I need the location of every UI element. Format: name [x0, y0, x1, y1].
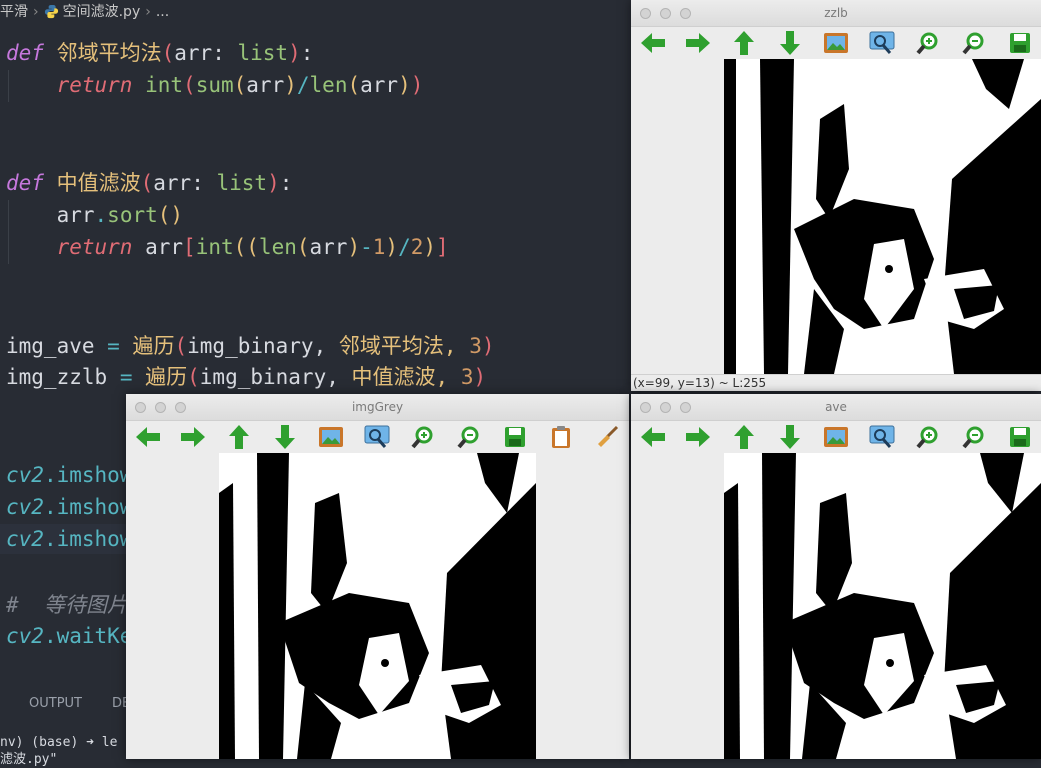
- toolbar: [126, 421, 629, 453]
- arrow-down-icon[interactable]: [776, 423, 804, 451]
- terminal-prompt: nv) (base) ➜ le: [0, 735, 118, 750]
- picture-icon[interactable]: [822, 423, 850, 451]
- breadcrumb: 平滑 › 空间滤波.py ›...: [0, 0, 169, 24]
- window-title: zzlb: [824, 6, 848, 20]
- zoom-in-icon[interactable]: [409, 423, 437, 451]
- code-line[interactable]: cv2.imshow: [6, 492, 132, 522]
- image-canvas[interactable]: [631, 453, 1041, 759]
- zoom-out-icon[interactable]: [455, 423, 483, 451]
- code-line[interactable]: cv2.waitKe: [6, 621, 132, 651]
- terminal[interactable]: nv) (base) ➜ le 滤波.py": [0, 734, 117, 768]
- chevron-right-icon: ›: [145, 4, 151, 20]
- zoom-fit-icon[interactable]: [868, 423, 896, 451]
- arrow-right-icon[interactable]: [684, 423, 712, 451]
- arrow-down-icon[interactable]: [776, 29, 804, 57]
- code-line[interactable]: # 等待图片: [6, 590, 128, 620]
- clipboard-icon[interactable]: [547, 423, 575, 451]
- arrow-left-icon[interactable]: [639, 423, 667, 451]
- arrow-up-icon[interactable]: [730, 29, 758, 57]
- zoom-in-icon[interactable]: [914, 423, 942, 451]
- code-line[interactable]: img_zzlb = 遍历(img_binary, 中值滤波, 3): [6, 362, 486, 392]
- titlebar[interactable]: imgGrey: [126, 394, 629, 421]
- window-imggrey[interactable]: imgGrey: [126, 394, 629, 759]
- arrow-right-icon[interactable]: [179, 423, 207, 451]
- window-ave[interactable]: ave: [631, 394, 1041, 759]
- zoom-fit-icon[interactable]: [363, 423, 391, 451]
- zoom-in-icon[interactable]: [914, 29, 942, 57]
- zoom-out-icon[interactable]: [960, 423, 988, 451]
- code-line[interactable]: return arr[int((len(arr)-1)/2)]: [6, 232, 449, 262]
- code-line[interactable]: def 邻域平均法(arr: list):: [6, 38, 313, 68]
- toolbar: [631, 27, 1041, 59]
- titlebar[interactable]: ave: [631, 394, 1041, 421]
- window-zzlb[interactable]: zzlb (x=99, y=13) ~ L:255: [631, 0, 1041, 391]
- picture-icon[interactable]: [822, 29, 850, 57]
- code-line[interactable]: img_ave = 遍历(img_binary, 邻域平均法, 3): [6, 331, 495, 361]
- brush-icon[interactable]: [593, 423, 621, 451]
- titlebar[interactable]: zzlb: [631, 0, 1041, 27]
- lena-binary-image[interactable]: [219, 453, 536, 759]
- code-line[interactable]: return int(sum(arr)/len(arr)): [6, 70, 424, 100]
- code-line[interactable]: cv2.imshow: [6, 524, 132, 554]
- lena-median-filtered-image[interactable]: [724, 59, 1041, 374]
- arrow-up-icon[interactable]: [730, 423, 758, 451]
- arrow-up-icon[interactable]: [225, 423, 253, 451]
- save-icon[interactable]: [1006, 423, 1034, 451]
- window-title: imgGrey: [351, 400, 404, 414]
- window-title: ave: [825, 400, 847, 414]
- lena-mean-filtered-image[interactable]: [724, 453, 1041, 759]
- arrow-left-icon[interactable]: [134, 423, 162, 451]
- save-icon[interactable]: [1006, 29, 1034, 57]
- arrow-right-icon[interactable]: [684, 29, 712, 57]
- terminal-output: 滤波.py": [0, 752, 58, 767]
- picture-icon[interactable]: [317, 423, 345, 451]
- chevron-right-icon: ›: [33, 4, 39, 20]
- save-icon[interactable]: [501, 423, 529, 451]
- code-line[interactable]: def 中值滤波(arr: list):: [6, 168, 292, 198]
- python-file-icon: [44, 4, 58, 19]
- code-line[interactable]: cv2.imshow: [6, 460, 132, 490]
- arrow-down-icon[interactable]: [271, 423, 299, 451]
- toolbar: [631, 421, 1041, 453]
- breadcrumb-file[interactable]: 空间滤波.py: [63, 4, 141, 20]
- arrow-left-icon[interactable]: [639, 29, 667, 57]
- tab-output[interactable]: OUTPUT: [29, 692, 82, 716]
- breadcrumb-ellipsis[interactable]: ...: [156, 4, 169, 20]
- breadcrumb-folder[interactable]: 平滑: [0, 4, 28, 20]
- status-bar: (x=99, y=13) ~ L:255: [631, 374, 1041, 391]
- code-line[interactable]: arr.sort(): [6, 200, 183, 230]
- zoom-out-icon[interactable]: [960, 29, 988, 57]
- image-canvas[interactable]: [126, 453, 629, 759]
- zoom-fit-icon[interactable]: [868, 29, 896, 57]
- image-canvas[interactable]: [631, 59, 1041, 374]
